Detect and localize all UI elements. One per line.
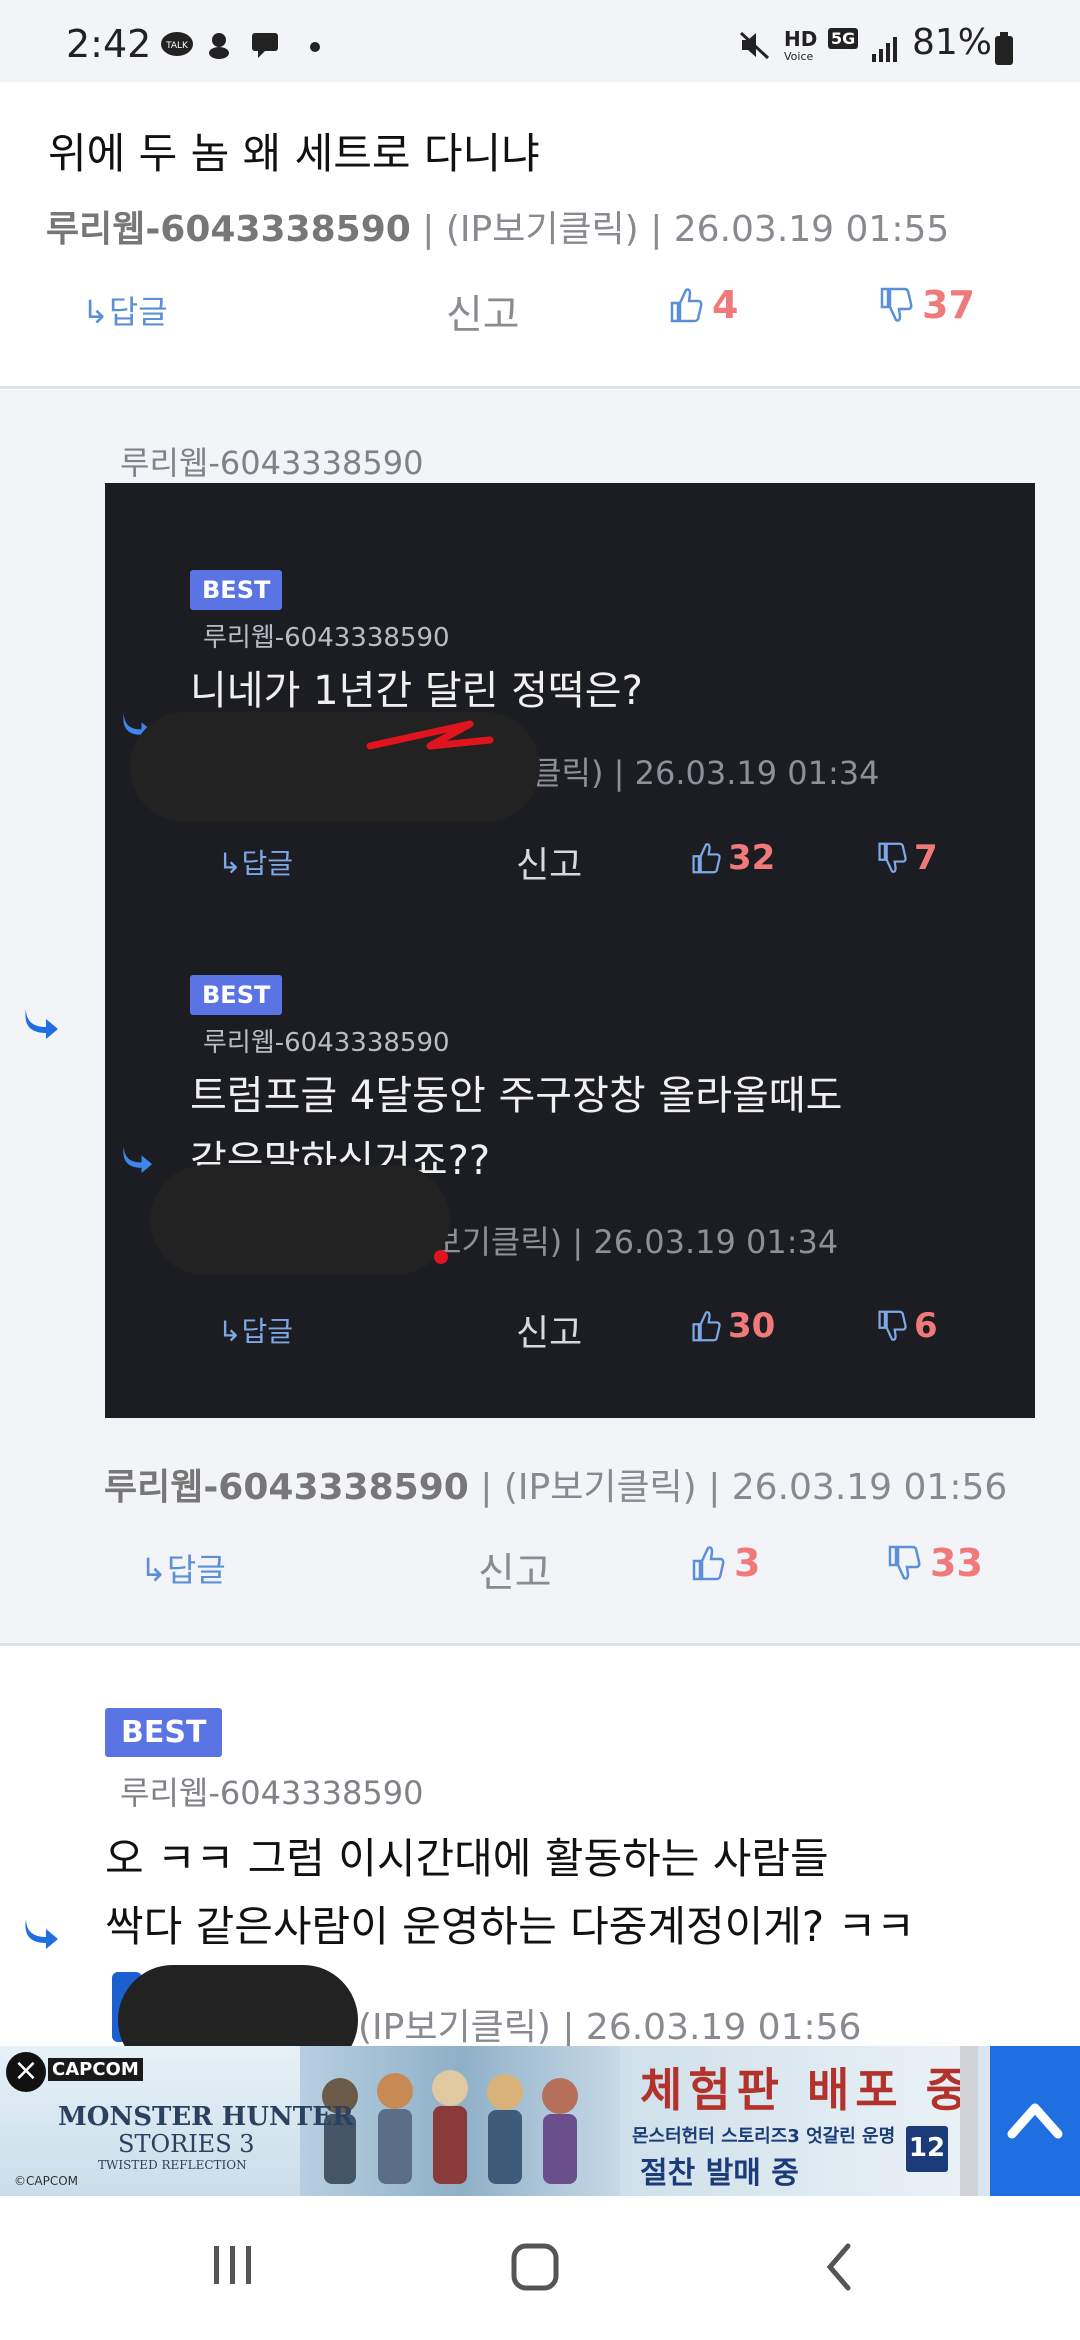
ad-divider bbox=[960, 2046, 978, 2196]
battery-percent: 81% bbox=[912, 22, 993, 63]
ad-game-subtitle2: TWISTED REFLECTION bbox=[98, 2158, 247, 2172]
comment-meta: (IP보기클릭) | 26.03.19 01:56 bbox=[358, 2007, 862, 2048]
quote-report-button: 신고 bbox=[516, 1313, 583, 1354]
talk-icon: TALK bbox=[160, 30, 194, 60]
message-icon bbox=[250, 30, 284, 60]
battery-icon bbox=[994, 32, 1014, 70]
reply-to-name: 루리웹-6043338590 bbox=[120, 444, 424, 482]
quote-reply-button: ↳답글 bbox=[218, 847, 293, 880]
network-badge: 5G bbox=[828, 28, 859, 49]
comment-date: 26.03.19 01:55 bbox=[673, 209, 950, 250]
ad-brand: CAPCOM bbox=[48, 2058, 143, 2081]
ad-game-subtitle: STORIES 3 bbox=[118, 2130, 255, 2158]
divider bbox=[0, 1643, 1080, 1646]
comment-text-line1: 오 ㅋㅋ 그럼 이시간대에 활동하는 사람들 bbox=[105, 1834, 829, 1883]
thumbs-down-icon bbox=[878, 842, 907, 873]
quote-author: 루리웹-6043338590 bbox=[203, 1028, 450, 1058]
upvote-count: 4 bbox=[712, 283, 739, 327]
ad-banner[interactable]: × CAPCOM MONSTER HUNTER STORIES 3 TWISTE… bbox=[0, 2046, 1080, 2196]
recent-apps-icon[interactable] bbox=[210, 2242, 256, 2292]
thumbs-up-icon bbox=[692, 1311, 721, 1342]
reply-indicator-icon bbox=[22, 1915, 62, 1953]
downvote-button[interactable]: 37 bbox=[878, 283, 975, 327]
quote-upvote: 30 bbox=[690, 1306, 775, 1346]
chevron-up-icon bbox=[1007, 2103, 1063, 2139]
reply-button[interactable]: ↳답글 bbox=[82, 287, 168, 333]
thumbs-up-icon bbox=[692, 843, 721, 874]
svg-text:TALK: TALK bbox=[165, 41, 189, 51]
quote-report-button: 신고 bbox=[516, 845, 583, 886]
ad-rating-badge: 12 bbox=[906, 2126, 948, 2172]
scroll-to-top-button[interactable] bbox=[990, 2046, 1080, 2196]
redaction-mark bbox=[150, 1165, 450, 1275]
quote-downvote: 7 bbox=[876, 838, 938, 878]
reply-button[interactable]: ↳답글 bbox=[140, 1545, 226, 1591]
quote-downvote: 6 bbox=[876, 1306, 938, 1346]
hd-voice-badge: HD Voice bbox=[784, 27, 818, 63]
thumbs-up-icon bbox=[692, 1546, 725, 1581]
comment-author[interactable]: 루리웹-6043338590 bbox=[46, 209, 411, 250]
thumbs-down-icon bbox=[888, 1545, 921, 1580]
red-dot-mark bbox=[434, 1250, 448, 1264]
comment-text: 위에 두 놈 왜 세트로 다니냐 bbox=[48, 129, 540, 178]
signal-icon bbox=[870, 34, 900, 68]
ad-headline: 체험판 배포 중 bbox=[640, 2063, 974, 2117]
downvote-count: 33 bbox=[930, 1541, 983, 1585]
ip-link[interactable]: (IP보기클릭) bbox=[358, 2007, 551, 2048]
ip-link[interactable]: (IP보기클릭) bbox=[504, 1467, 697, 1508]
best-badge: BEST bbox=[105, 1708, 223, 1757]
ad-game-title: MONSTER HUNTER bbox=[58, 2102, 354, 2132]
downvote-count: 37 bbox=[922, 283, 975, 327]
red-arrow-mark bbox=[360, 716, 500, 770]
mute-icon bbox=[738, 30, 772, 60]
ad-subline: 몬스터헌터 스토리즈3 엇갈린 운명 bbox=[632, 2126, 896, 2147]
more-dot-icon bbox=[310, 42, 320, 52]
upvote-count: 3 bbox=[734, 1541, 761, 1585]
ad-close-icon[interactable]: × bbox=[6, 2052, 46, 2092]
upvote-button[interactable]: 3 bbox=[690, 1541, 760, 1585]
ad-copyright: ©CAPCOM bbox=[14, 2174, 79, 2188]
thumbs-down-icon bbox=[878, 1310, 907, 1341]
quote-reply-button: ↳답글 bbox=[218, 1315, 293, 1348]
divider bbox=[0, 386, 1080, 389]
reply-label: 답글 bbox=[166, 1551, 226, 1589]
quote-text-line1: 트럼프글 4달동안 주구장창 올라올때도 bbox=[190, 1073, 843, 1119]
comment-meta: 루리웹-6043338590 | (IP보기클릭) | 26.03.19 01:… bbox=[46, 209, 950, 250]
notification-icon bbox=[204, 30, 238, 60]
upvote-button[interactable]: 4 bbox=[668, 283, 738, 327]
reply-indicator-icon bbox=[22, 1005, 62, 1043]
thumbs-down-icon bbox=[880, 287, 913, 322]
quote-date: 26.03.19 01:34 bbox=[634, 754, 880, 792]
reply-label: 답글 bbox=[108, 293, 168, 331]
status-time: 2:42 bbox=[66, 22, 152, 66]
reply-arrow-icon: ↳ bbox=[82, 293, 109, 331]
report-button[interactable]: 신고 bbox=[446, 282, 520, 340]
reply-indicator-icon bbox=[120, 1143, 156, 1177]
comment-text-line2: 싹다 같은사람이 운영하는 다중계정이게? ㅋㅋ bbox=[105, 1902, 915, 1951]
quote-date: 26.03.19 01:34 bbox=[593, 1223, 839, 1261]
quote-text: 니네가 1년간 달린 정떡은? bbox=[190, 668, 643, 714]
best-badge: BEST bbox=[190, 570, 283, 610]
ip-link: 보기클릭) bbox=[432, 1223, 563, 1261]
comment-author[interactable]: 루리웹-6043338590 bbox=[104, 1467, 469, 1508]
comment-date: 26.03.19 01:56 bbox=[731, 1467, 1008, 1508]
home-icon[interactable] bbox=[510, 2242, 560, 2296]
thumbs-up-icon bbox=[670, 288, 703, 323]
best-badge: BEST bbox=[190, 975, 283, 1015]
quote-meta: 보기클릭) | 26.03.19 01:34 bbox=[432, 1223, 839, 1261]
reply-to-name: 루리웹-6043338590 bbox=[120, 1774, 424, 1812]
report-button[interactable]: 신고 bbox=[478, 1540, 552, 1598]
downvote-button[interactable]: 33 bbox=[886, 1541, 983, 1585]
comment-date: 26.03.19 01:56 bbox=[585, 2007, 862, 2048]
status-bar: 2:42 TALK HD Voice 5G 81% bbox=[0, 0, 1080, 82]
ad-sale-text: 절찬 발매 중 bbox=[640, 2156, 799, 2191]
ip-link[interactable]: (IP보기클릭) bbox=[446, 209, 639, 250]
quote-upvote: 32 bbox=[690, 838, 775, 878]
reply-arrow-icon: ↳ bbox=[140, 1551, 167, 1589]
back-icon[interactable] bbox=[820, 2242, 860, 2296]
quote-author: 루리웹-6043338590 bbox=[203, 623, 450, 653]
system-nav-bar bbox=[0, 2196, 1080, 2340]
comment-meta: 루리웹-6043338590 | (IP보기클릭) | 26.03.19 01:… bbox=[104, 1467, 1008, 1508]
